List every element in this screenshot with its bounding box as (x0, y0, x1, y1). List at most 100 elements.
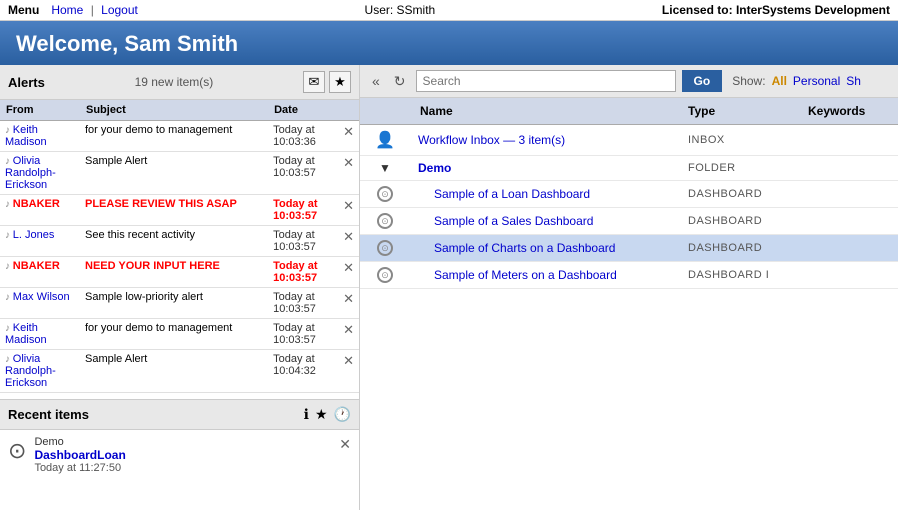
col-from: From (0, 100, 80, 121)
right-content[interactable]: Name Type Keywords 👤 Workflow Inbox — 3 … (360, 98, 898, 510)
alert-date: Today at10:03:36 (273, 124, 316, 148)
alert-close-btn[interactable]: ✕ (343, 322, 354, 337)
content-name-cell: Sample of a Sales Dashboard (410, 208, 678, 235)
alert-from-cell: ♪ NBAKER (0, 195, 80, 226)
alert-from[interactable]: Olivia Randolph-Erickson (5, 155, 56, 191)
folder-arrow-icon[interactable]: ▼ (379, 161, 391, 175)
content-keywords-cell (798, 235, 898, 262)
recent-content: ⊙ Demo DashboardLoan Today at 11:27:50 ✕ (0, 430, 359, 480)
alert-close-btn[interactable]: ✕ (343, 291, 354, 306)
menu-button[interactable]: Menu (8, 3, 39, 17)
alert-date: Today at10:03:57 (273, 322, 316, 346)
alert-subject-cell: for your demo to management (80, 121, 268, 152)
content-name-link[interactable]: Sample of Meters on a Dashboard (434, 268, 617, 282)
alert-close-btn[interactable]: ✕ (343, 229, 354, 244)
recent-close-btn[interactable]: ✕ (339, 436, 351, 453)
license-label: Licensed to: (662, 3, 733, 17)
alert-row[interactable]: ♪ NBAKER NEED YOUR INPUT HERE Today at10… (0, 257, 359, 288)
alert-close-btn[interactable]: ✕ (343, 124, 354, 139)
search-input[interactable] (416, 70, 676, 92)
row-icon-cell: ⊙ (360, 235, 410, 262)
alert-from[interactable]: Max Wilson (13, 291, 70, 303)
alert-from-cell: ♪ Max Wilson (0, 288, 80, 319)
alert-subject: PLEASE REVIEW THIS ASAP (85, 198, 237, 210)
alert-from[interactable]: L. Jones (13, 229, 55, 241)
alert-date-cell: Today at10:03:36 (268, 121, 338, 152)
alerts-table-wrap[interactable]: From Subject Date ♪ Keith Madison for yo… (0, 100, 359, 399)
back-button[interactable]: « (368, 71, 384, 91)
content-name-link[interactable]: Sample of Charts on a Dashboard (434, 241, 615, 255)
show-personal-link[interactable]: Personal (793, 74, 840, 88)
alert-close-cell: ✕ (338, 152, 359, 195)
content-type-cell: Dashboard (678, 235, 798, 262)
alert-row[interactable]: ♪ Olivia Randolph-Erickson Sample Alert … (0, 350, 359, 393)
alert-subject-cell: Sample Alert (80, 152, 268, 195)
col-subject: Subject (80, 100, 268, 121)
alert-close-btn[interactable]: ✕ (343, 155, 354, 170)
alerts-star-icon[interactable]: ★ (329, 71, 351, 93)
alert-row[interactable]: ♪ NBAKER PLEASE REVIEW THIS ASAP Today a… (0, 195, 359, 226)
alerts-count: 19 new item(s) (135, 75, 214, 89)
home-link[interactable]: Home (51, 3, 83, 17)
dashboard-icon: ⊙ (377, 213, 393, 229)
content-name-link[interactable]: Demo (418, 161, 451, 175)
alert-row[interactable]: ♪ Keith Madison for your demo to managem… (0, 121, 359, 152)
recent-item-name[interactable]: DashboardLoan (34, 448, 125, 462)
content-row[interactable]: ⊙ Sample of a Sales Dashboard Dashboard (360, 208, 898, 235)
content-row[interactable]: ⊙ Sample of a Loan Dashboard Dashboard (360, 181, 898, 208)
alert-subject: Sample Alert (85, 353, 147, 365)
content-name-link[interactable]: Workflow Inbox — 3 item(s) (418, 133, 565, 147)
alert-close-btn[interactable]: ✕ (343, 198, 354, 213)
alert-date-cell: Today at10:03:57 (268, 195, 338, 226)
logout-link[interactable]: Logout (101, 3, 138, 17)
content-name-cell: Workflow Inbox — 3 item(s) (410, 125, 678, 156)
content-row[interactable]: ⊙ Sample of Charts on a Dashboard Dashbo… (360, 235, 898, 262)
page-title: Welcome, Sam Smith (16, 31, 882, 57)
alerts-email-icon[interactable]: ✉ (303, 71, 325, 93)
content-row[interactable]: ▼ Demo Folder (360, 156, 898, 181)
content-row[interactable]: ⊙ Sample of Meters on a Dashboard Dashbo… (360, 262, 898, 289)
alert-subject-cell: See this recent activity (80, 226, 268, 257)
content-keywords-cell (798, 156, 898, 181)
alert-close-cell: ✕ (338, 350, 359, 393)
content-tbody: 👤 Workflow Inbox — 3 item(s) Inbox ▼ Dem… (360, 125, 898, 289)
alert-date-cell: Today at10:03:57 (268, 319, 338, 350)
recent-item-category: Demo (34, 436, 125, 448)
recent-section: Recent items ℹ ★ 🕐 ⊙ Demo DashboardLoan … (0, 400, 359, 510)
alert-subject: NEED YOUR INPUT HERE (85, 260, 220, 272)
alert-close-cell: ✕ (338, 195, 359, 226)
alert-row[interactable]: ♪ Max Wilson Sample low-priority alert T… (0, 288, 359, 319)
recent-info-icon[interactable]: ℹ (304, 406, 309, 423)
alerts-table: From Subject Date ♪ Keith Madison for yo… (0, 100, 359, 393)
content-name-link[interactable]: Sample of a Loan Dashboard (434, 187, 590, 201)
alert-subject-cell: PLEASE REVIEW THIS ASAP (80, 195, 268, 226)
alert-subject-cell: Sample low-priority alert (80, 288, 268, 319)
alert-row[interactable]: ♪ Olivia Randolph-Erickson Sample Alert … (0, 152, 359, 195)
recent-star-icon[interactable]: ★ (315, 406, 328, 423)
show-sh-link[interactable]: Sh (846, 74, 861, 88)
show-all-link[interactable]: All (772, 74, 787, 88)
alert-subject: for your demo to management (85, 322, 232, 334)
alert-close-btn[interactable]: ✕ (343, 353, 354, 368)
alert-from[interactable]: Olivia Randolph-Erickson (5, 353, 56, 389)
recent-item-info: Demo DashboardLoan Today at 11:27:50 (34, 436, 125, 474)
alerts-header: Alerts 19 new item(s) ✉ ★ (0, 65, 359, 100)
content-row[interactable]: 👤 Workflow Inbox — 3 item(s) Inbox (360, 125, 898, 156)
recent-clock-icon[interactable]: 🕐 (334, 406, 351, 423)
alert-from-cell: ♪ L. Jones (0, 226, 80, 257)
col-type-label: Type (678, 98, 798, 125)
content-name-cell: Sample of Charts on a Dashboard (410, 235, 678, 262)
content-name-link[interactable]: Sample of a Sales Dashboard (434, 214, 593, 228)
go-button[interactable]: Go (682, 70, 723, 92)
alert-from[interactable]: NBAKER (13, 198, 60, 210)
alerts-section: Alerts 19 new item(s) ✉ ★ From Subject D… (0, 65, 359, 400)
alert-close-cell: ✕ (338, 121, 359, 152)
dashboard-icon: ⊙ (377, 240, 393, 256)
alert-close-btn[interactable]: ✕ (343, 260, 354, 275)
alert-row[interactable]: ♪ L. Jones See this recent activity Toda… (0, 226, 359, 257)
refresh-button[interactable]: ↻ (390, 71, 410, 92)
alert-subject: See this recent activity (85, 229, 195, 241)
show-label: Show: (732, 74, 765, 88)
alert-from[interactable]: NBAKER (13, 260, 60, 272)
alert-row[interactable]: ♪ Keith Madison for your demo to managem… (0, 319, 359, 350)
